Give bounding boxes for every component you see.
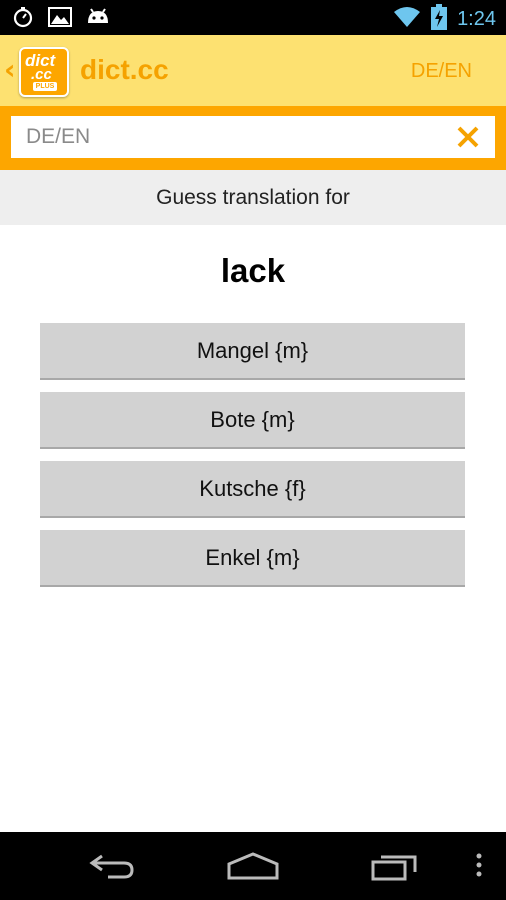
status-time: 1:24	[457, 8, 496, 30]
back-icon[interactable]	[88, 850, 136, 887]
answer-option-3[interactable]: Kutsche {f}	[40, 461, 465, 518]
clear-icon[interactable]	[451, 120, 485, 154]
answer-option-2[interactable]: Bote {m}	[40, 392, 465, 449]
action-bar: ‹ dict .cc PLUS dict.cc DE/EN	[0, 35, 506, 106]
wifi-icon	[393, 5, 421, 34]
app-logo[interactable]: dict .cc PLUS	[19, 47, 69, 97]
app-title: dict.cc	[80, 54, 169, 85]
recent-apps-icon[interactable]	[370, 850, 420, 887]
battery-charging-icon	[431, 4, 448, 35]
search-box	[11, 116, 495, 158]
back-chevron-icon[interactable]: ‹	[4, 53, 16, 86]
answer-options: Mangel {m} Bote {m} Kutsche {f} Enkel {m…	[40, 323, 465, 599]
search-bar	[0, 106, 506, 170]
logo-badge: PLUS	[33, 82, 57, 91]
home-icon[interactable]	[226, 850, 280, 887]
navigation-bar	[0, 832, 506, 900]
quiz-word: lack	[220, 252, 286, 289]
notification-icons	[12, 6, 110, 33]
android-icon	[86, 7, 110, 32]
overflow-menu-icon[interactable]	[474, 850, 484, 887]
status-bar: 1:24	[0, 0, 506, 35]
language-pair-button[interactable]: DE/EN	[411, 60, 472, 83]
stopwatch-icon	[12, 6, 34, 33]
search-input[interactable]	[11, 116, 441, 158]
image-icon	[48, 7, 72, 32]
system-icons: 1:24	[393, 4, 496, 35]
answer-option-1[interactable]: Mangel {m}	[40, 323, 465, 380]
quiz-header: Guess translation for	[0, 170, 506, 225]
answer-option-4[interactable]: Enkel {m}	[40, 530, 465, 587]
logo-text-bottom: .cc	[31, 66, 52, 83]
